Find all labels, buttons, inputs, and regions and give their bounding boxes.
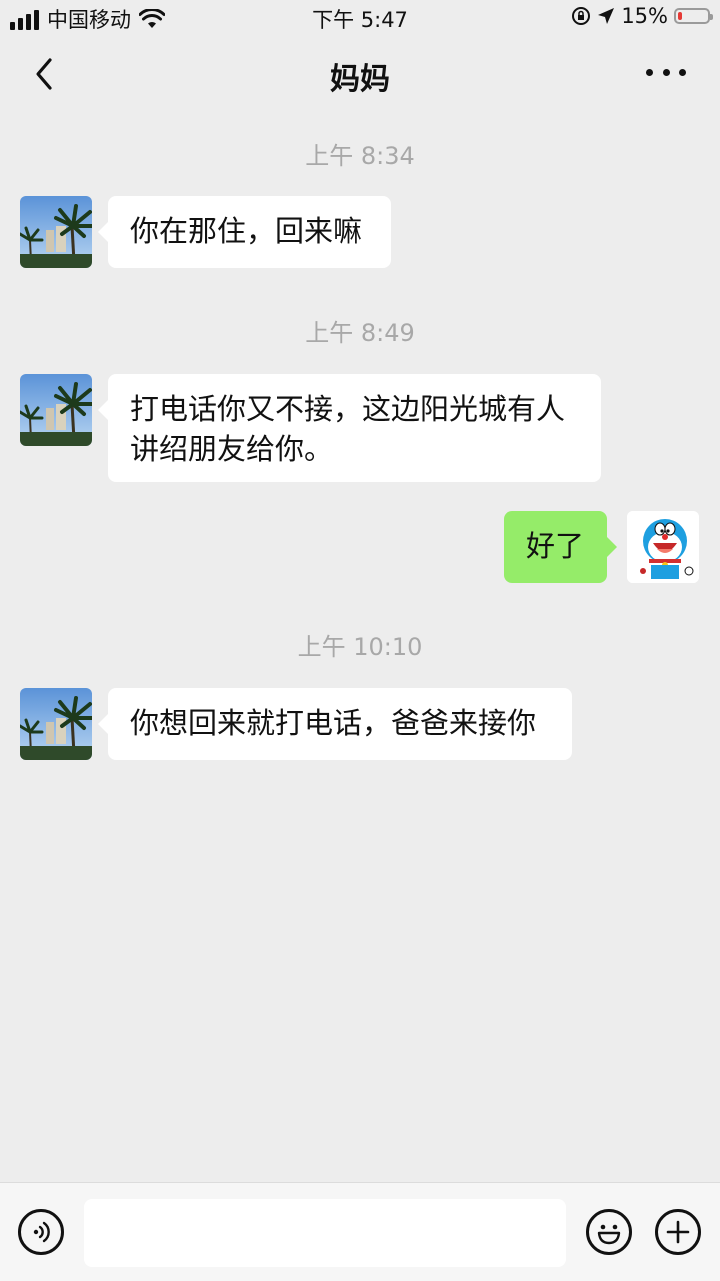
palm-tree-photo xyxy=(20,688,92,760)
emoji-icon xyxy=(597,1224,621,1245)
time-separator: 上午 8:49 xyxy=(305,319,415,347)
emoji-button[interactable] xyxy=(586,1209,632,1255)
more-dots-icon xyxy=(646,68,653,76)
status-bar: 中国移动 下午 5:47 15% xyxy=(0,0,720,36)
contact-avatar[interactable] xyxy=(20,688,92,760)
incoming-message[interactable]: 打电话你又不接，这边阳光城有人讲绍朋友给你。 xyxy=(98,374,601,482)
contact-avatar[interactable] xyxy=(20,196,92,268)
battery-percent: 15% xyxy=(621,4,668,28)
time-separator: 上午 8:34 xyxy=(305,142,415,170)
message-input[interactable] xyxy=(84,1199,566,1267)
incoming-message[interactable]: 你在那住，回来嘛 xyxy=(98,196,391,268)
time-separator: 上午 10:10 xyxy=(297,633,423,661)
message-text: 打电话你又不接，这边阳光城有人讲绍朋友给你。 xyxy=(130,392,566,466)
battery-level xyxy=(678,12,682,20)
outgoing-message[interactable]: 好了 xyxy=(504,511,617,583)
more-functions-button[interactable] xyxy=(655,1209,701,1255)
incoming-message[interactable]: 你想回来就打电话，爸爸来接你 xyxy=(98,688,572,760)
message-text: 你想回来就打电话，爸爸来接你 xyxy=(130,706,537,740)
contact-avatar[interactable] xyxy=(20,374,92,446)
chat-title: 妈妈 xyxy=(330,62,390,97)
palm-tree-photo xyxy=(20,374,92,446)
more-button[interactable] xyxy=(646,62,686,82)
status-right: 15% xyxy=(571,4,713,28)
location-arrow-icon xyxy=(598,8,615,24)
voice-button[interactable] xyxy=(18,1209,64,1255)
input-bar xyxy=(0,1182,720,1281)
voice-icon xyxy=(33,1221,50,1243)
palm-tree-photo xyxy=(20,196,92,268)
my-avatar[interactable] xyxy=(627,511,699,583)
nav-bar: 妈妈 xyxy=(0,36,720,112)
message-text: 好了 xyxy=(526,529,585,563)
message-text: 你在那住，回来嘛 xyxy=(130,214,363,248)
doraemon-avatar xyxy=(627,511,699,583)
plus-icon xyxy=(666,1220,690,1244)
battery-icon xyxy=(674,8,713,24)
rotation-lock-icon xyxy=(572,7,591,25)
